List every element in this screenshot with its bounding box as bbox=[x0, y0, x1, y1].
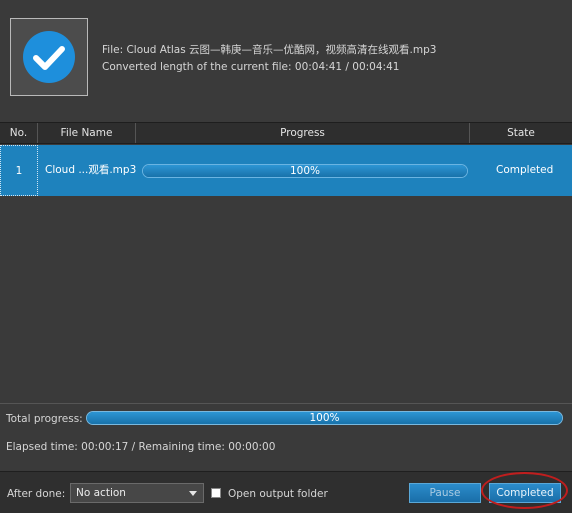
after-done-value: No action bbox=[76, 487, 126, 499]
total-progress-text: 100% bbox=[309, 412, 340, 424]
elapsed-remaining-time: Elapsed time: 00:00:17 / Remaining time:… bbox=[6, 441, 276, 453]
open-output-folder-checkbox[interactable] bbox=[211, 488, 221, 498]
current-file-label: File: Cloud Atlas 云图—韩庚—音乐—优酷网，视频高清在线观看.… bbox=[102, 44, 437, 56]
open-output-folder-label[interactable]: Open output folder bbox=[228, 488, 328, 500]
table-header: No. File Name Progress State bbox=[0, 122, 572, 144]
column-header-state[interactable]: State bbox=[470, 123, 572, 143]
total-progress-label: Total progress: bbox=[6, 413, 83, 425]
chevron-down-icon bbox=[189, 491, 197, 496]
pause-button[interactable]: Pause bbox=[409, 483, 481, 503]
column-header-no[interactable]: No. bbox=[0, 123, 38, 143]
total-progress-bar: 100% bbox=[86, 411, 563, 425]
row-state: Completed bbox=[496, 164, 554, 176]
column-header-file-name[interactable]: File Name bbox=[38, 123, 136, 143]
table-row[interactable]: 1 Cloud ...观看.mp3 100% Completed bbox=[0, 145, 572, 196]
row-progress-text: 100% bbox=[289, 165, 321, 177]
column-header-progress[interactable]: Progress bbox=[136, 123, 470, 143]
row-number: 1 bbox=[0, 145, 38, 196]
row-progress-bar: 100% bbox=[142, 164, 468, 178]
after-done-select[interactable]: No action bbox=[70, 483, 204, 503]
check-circle-icon bbox=[23, 31, 75, 83]
status-thumbnail bbox=[10, 18, 88, 96]
converted-length-label: Converted length of the current file: 00… bbox=[102, 61, 400, 73]
row-file-name: Cloud ...观看.mp3 bbox=[45, 164, 137, 176]
after-done-label: After done: bbox=[7, 488, 66, 500]
highlight-circle bbox=[481, 472, 568, 509]
